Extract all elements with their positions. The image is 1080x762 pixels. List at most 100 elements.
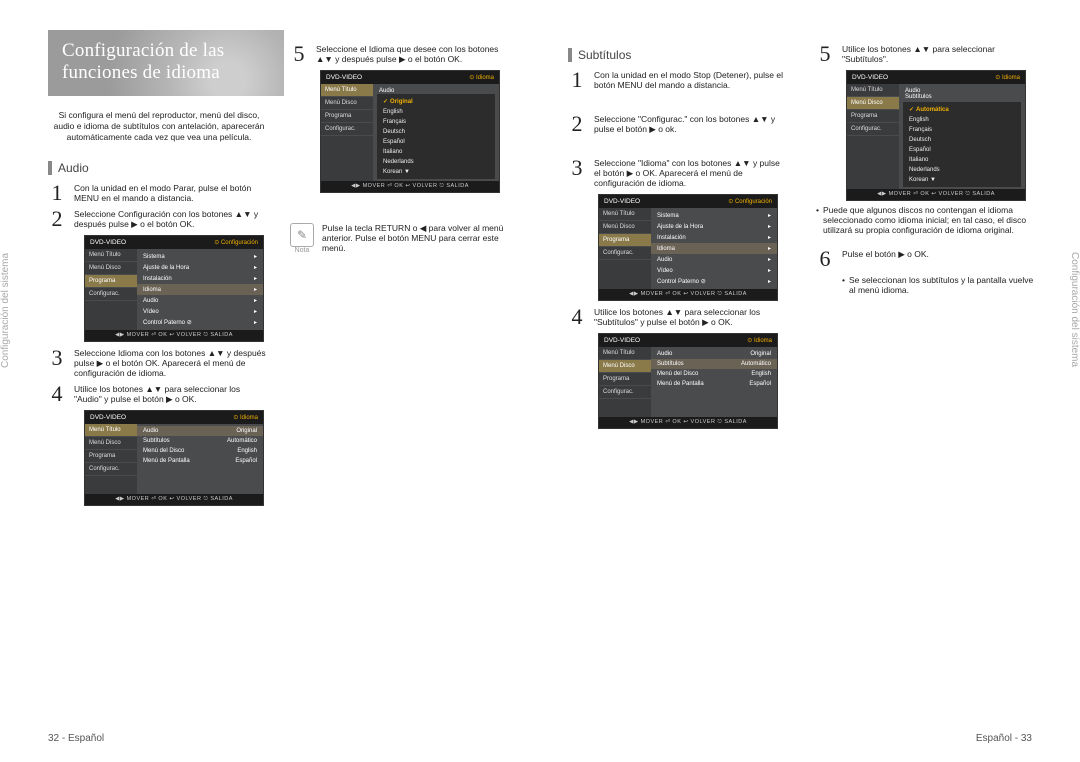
bullet-return-note: Se seleccionan los subtítulos y la panta… <box>842 275 1036 295</box>
arrow-icon <box>254 308 257 315</box>
step-text: Seleccione Idioma con los botones ▲▼ y d… <box>74 348 268 378</box>
osd-lang: Automática <box>903 104 1021 115</box>
osd-sidebar: Menú Título Menú Disco Programa Configur… <box>85 424 137 494</box>
osd-idioma-sub: DVD-VIDEO⊙ Idioma Menú Título Menú Disco… <box>598 333 778 429</box>
osd-lang: Deutsch <box>903 135 1021 145</box>
step-text: Pulse el botón ▶ o OK. <box>842 249 1036 269</box>
page-right: Configuración del sistema Subtítulos 1 C… <box>540 0 1080 762</box>
osd-side-item: Menú Título <box>599 208 651 221</box>
osd-row-text: Sistema <box>143 254 165 260</box>
step-number: 2 <box>48 209 66 229</box>
osd-sidebar: Menú Título Menú Disco Programa Configur… <box>599 347 651 417</box>
step-text: Utilice los botones ▲▼ para seleccionar … <box>594 307 788 327</box>
osd-side-item: Menú Título <box>321 84 373 97</box>
osd-lang-list-sub: DVD-VIDEO ⊙ Idioma Menú Título Menú Disco… <box>846 70 1026 201</box>
osd-main: Sistema Ajuste de la Hora Instalación Id… <box>137 249 263 330</box>
osd-lang: Français <box>377 117 495 127</box>
sub-step-5: 5 Utilice los botones ▲▼ para selecciona… <box>816 44 1036 64</box>
osd-title-text: DVD-VIDEO <box>604 198 640 205</box>
page-number-left: 32 - Español <box>48 733 104 744</box>
osd-side-item: Programa <box>321 110 373 123</box>
osd-lang: English <box>903 115 1021 125</box>
osd-row-text: Menú de Pantalla <box>143 458 190 464</box>
osd-side-item: Menú Disco <box>847 97 899 110</box>
step-number: 4 <box>568 307 586 327</box>
note-text: Pulse la tecla RETURN o ◀ para volver al… <box>322 223 510 254</box>
osd-row-text: Ajuste de la Hora <box>657 224 703 230</box>
osd-badge: ⊙ Idioma <box>233 414 258 421</box>
section-subtitles: Subtítulos <box>568 48 798 62</box>
osd-badge: ⊙ Configuración <box>728 198 772 205</box>
arrow-icon <box>768 223 771 230</box>
sub-step-2: 2 Seleccione "Configurac." con los boton… <box>568 114 788 134</box>
osd-row-text: Subtítulos <box>143 438 170 444</box>
osd-row-text: Idioma <box>143 287 161 293</box>
osd-side-item: Configurac. <box>847 123 899 136</box>
osd-side-item: Menú Título <box>847 84 899 97</box>
osd-row-text: Control Paterno ⊘ <box>657 278 706 285</box>
osd-main: Sistema Ajuste de la Hora Instalación Id… <box>651 208 777 289</box>
osd-footer: ◀▶ MOVER ⏎ OK ↩ VOLVER ⎋ SALIDA <box>321 181 499 192</box>
osd-side-item: Menú Disco <box>599 221 651 234</box>
arrow-icon <box>768 256 771 263</box>
osd-side-item: Programa <box>599 373 651 386</box>
note-icon: ✎ <box>290 223 314 247</box>
side-tab-left: Configuración del sistema <box>0 245 20 375</box>
audio-step-1: 1 Con la unidad en el modo Parar, pulse … <box>48 183 268 203</box>
osd-row-text: Menú de Pantalla <box>657 381 704 387</box>
note-row: ✎ Nota Pulse la tecla RETURN o ◀ para vo… <box>290 223 510 254</box>
osd-lang: Español <box>903 145 1021 155</box>
osd-title-text: DVD-VIDEO <box>90 239 126 246</box>
osd-title-text: DVD-VIDEO <box>852 74 888 81</box>
arrow-icon <box>768 278 771 285</box>
osd-side-item: Configurac. <box>85 288 137 301</box>
osd-lang: Original <box>377 96 495 107</box>
audio-step-4: 4 Utilice los botones ▲▼ para selecciona… <box>48 384 268 404</box>
osd-sidebar: Menú Título Menú Disco Programa Configur… <box>847 84 899 189</box>
osd-row-val: Original <box>750 351 771 357</box>
osd-title-text: DVD-VIDEO <box>604 337 640 344</box>
audio-step-3: 3 Seleccione Idioma con los botones ▲▼ y… <box>48 348 268 378</box>
osd-side-item: Menú Disco <box>85 262 137 275</box>
osd-title-text: DVD-VIDEO <box>90 414 126 421</box>
arrow-icon <box>254 319 257 326</box>
side-tab-right: Configuración del sistema <box>1060 245 1080 375</box>
osd-row-text: Audio <box>657 351 672 357</box>
osd-badge: ⊙ Idioma <box>995 74 1020 81</box>
osd-footer: ◀▶ MOVER ⏎ OK ↩ VOLVER ⎋ SALIDA <box>85 494 263 505</box>
osd-lang: English <box>377 107 495 117</box>
sub-step-3: 3 Seleccione "Idioma" con los botones ▲▼… <box>568 158 788 188</box>
step-number: 2 <box>568 114 586 134</box>
step-number: 3 <box>48 348 66 378</box>
step-text: Seleccione el Idioma que desee con los b… <box>316 44 510 64</box>
osd-footer: ◀▶ MOVER ⏎ OK ↩ VOLVER ⎋ SALIDA <box>599 289 777 300</box>
osd-lang: Deutsch <box>377 127 495 137</box>
osd-config-2: DVD-VIDEO ⊙ Configuración Menú Título Men… <box>598 194 778 301</box>
osd-lang: Italiano <box>903 155 1021 165</box>
bullet-text: Puede que algunos discos no contengan el… <box>823 205 1036 235</box>
osd-side-item: Menú Disco <box>85 437 137 450</box>
osd-side-item: Programa <box>85 275 137 288</box>
step-text: Utilice los botones ▲▼ para seleccionar … <box>842 44 1036 64</box>
osd-side-item: Menú Disco <box>599 360 651 373</box>
osd-main: Audio Subtítulos Automática English Fran… <box>899 84 1025 189</box>
page-number-right: Español - 33 <box>976 733 1032 744</box>
osd-side-item: Menú Título <box>599 347 651 360</box>
osd-title-text: DVD-VIDEO <box>326 74 362 81</box>
step-text: Seleccione Configuración con los botones… <box>74 209 268 229</box>
osd-badge: ⊙ Idioma <box>469 74 494 81</box>
osd-row-text: Subtítulos <box>905 94 932 100</box>
osd-row-val: English <box>751 371 771 377</box>
osd-row-val: Automático <box>741 361 771 367</box>
osd-row-val: English <box>237 448 257 454</box>
page-left: Configuración del sistema Configuración … <box>0 0 540 762</box>
osd-row-text: Control Paterno ⊘ <box>143 319 192 326</box>
osd-side-item: Menú Disco <box>321 97 373 110</box>
step-number: 1 <box>48 183 66 203</box>
osd-row-text: Audio <box>379 88 394 94</box>
intro-paragraph: Si configura el menú del reproductor, me… <box>48 110 270 143</box>
osd-row-text: Audio <box>143 298 158 304</box>
osd-footer: ◀▶ MOVER ⏎ OK ↩ VOLVER ⎋ SALIDA <box>599 417 777 428</box>
osd-side-item: Configurac. <box>599 247 651 260</box>
arrow-icon <box>254 264 257 271</box>
